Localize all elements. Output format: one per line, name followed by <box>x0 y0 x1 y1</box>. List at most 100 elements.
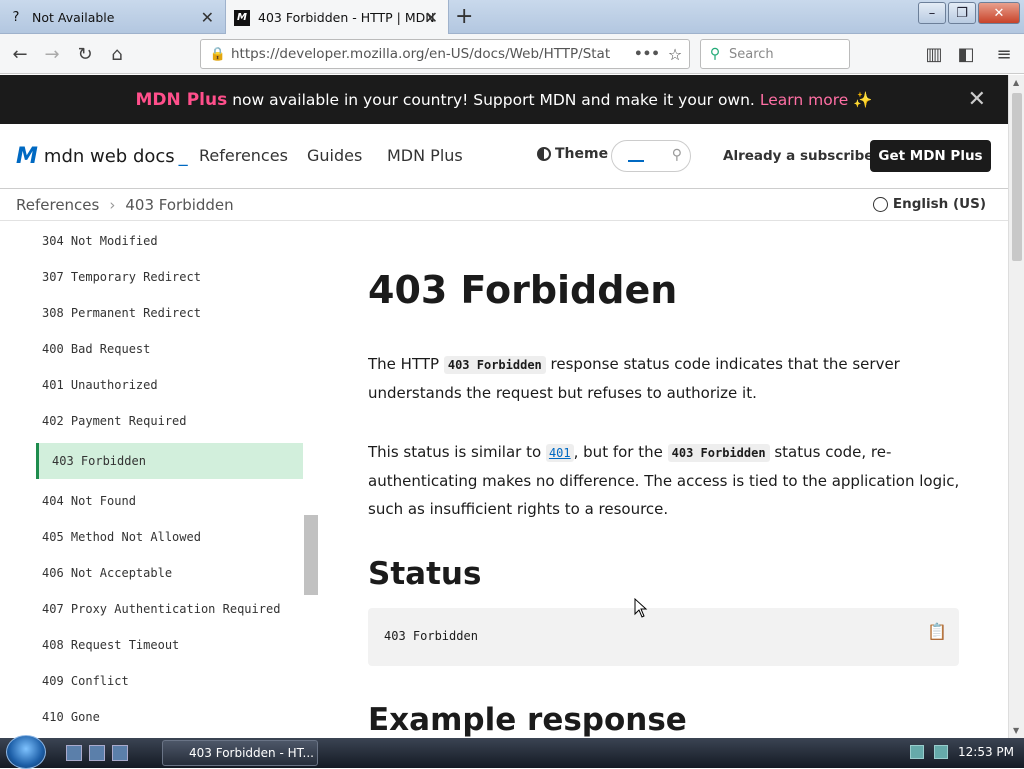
sidebar-item[interactable]: 307 Temporary Redirect <box>42 270 201 284</box>
detail-paragraph: This status is similar to 401, but for t… <box>368 438 963 523</box>
close-tab-icon[interactable]: ✕ <box>201 8 214 27</box>
mdn-logo[interactable]: M mdn web docs _ <box>16 144 188 169</box>
text: This status is similar to <box>368 443 542 461</box>
task-label: 403 Forbidden - HT... <box>189 746 314 760</box>
breadcrumb-references[interactable]: References <box>16 196 99 214</box>
copy-icon[interactable]: 📋 <box>927 622 947 641</box>
browser-search-input[interactable]: ⚲ Search <box>700 39 850 69</box>
home-icon[interactable]: ⌂ <box>105 42 129 66</box>
restore-icon[interactable]: ❐ <box>948 2 976 24</box>
sidebar-item-active[interactable]: 403 Forbidden <box>36 443 303 479</box>
lock-icon: 🔒 <box>209 46 227 62</box>
url-bar[interactable]: 🔒 https://developer.mozilla.org/en-US/do… <box>200 39 690 69</box>
search-icon: ⚲ <box>671 147 682 163</box>
site-header: M mdn web docs _ References Guides MDN P… <box>0 124 1008 189</box>
article-content: 403 Forbidden The HTTP 403 Forbidden res… <box>368 222 968 738</box>
breadcrumb-current[interactable]: 403 Forbidden <box>125 196 233 214</box>
logo-cursor-icon: _ <box>178 146 188 167</box>
mdn-plus-banner: MDN Plus now available in your country! … <box>0 75 1008 124</box>
library-icon[interactable]: ▥ <box>922 42 946 66</box>
app-icon[interactable] <box>112 745 128 761</box>
code-text: 403 Forbidden <box>384 629 478 643</box>
inline-code: 403 Forbidden <box>443 356 546 374</box>
sidebar-scrollbar-thumb[interactable] <box>304 515 318 595</box>
theme-label: Theme <box>555 146 609 162</box>
tab-not-available[interactable]: ? Not Available ✕ <box>0 0 224 34</box>
sidebar-toggle-icon[interactable]: ◧ <box>954 42 978 66</box>
nav-guides[interactable]: Guides <box>307 146 362 165</box>
minimize-icon[interactable]: – <box>918 2 946 24</box>
sidebar-item[interactable]: 402 Payment Required <box>42 414 187 428</box>
nav-references[interactable]: References <box>199 146 288 165</box>
close-tab-icon[interactable]: ✕ <box>425 8 438 27</box>
close-banner-icon[interactable]: ✕ <box>968 87 986 112</box>
sidebar-item[interactable]: 404 Not Found <box>42 494 136 508</box>
learn-more-link[interactable]: Learn more ✨ <box>760 91 873 109</box>
get-mdn-plus-button[interactable]: Get MDN Plus <box>870 140 991 172</box>
start-button[interactable] <box>6 735 46 769</box>
sidebar-item[interactable]: 410 Gone <box>42 710 100 724</box>
login-link[interactable]: Already a subscriber? <box>723 148 888 164</box>
breadcrumb: References › 403 Forbidden <box>16 196 234 214</box>
explorer-icon[interactable] <box>89 745 105 761</box>
sidebar-item[interactable]: 400 Bad Request <box>42 342 150 356</box>
link-401[interactable]: 401 <box>545 444 574 462</box>
page-scrollbar[interactable]: ▲ ▼ <box>1008 75 1024 738</box>
inline-code: 403 Forbidden <box>667 444 770 462</box>
system-tray: 12:53 PM <box>910 745 1014 759</box>
taskbar-firefox-item[interactable]: 403 Forbidden - HT... <box>162 740 318 766</box>
show-desktop-icon[interactable] <box>66 745 82 761</box>
nav-mdn-plus[interactable]: MDN Plus <box>387 146 463 165</box>
navigation-toolbar: ← → ↻ ⌂ 🔒 https://developer.mozilla.org/… <box>0 34 1024 74</box>
tab-403-forbidden[interactable]: M 403 Forbidden - HTTP | MDN ✕ <box>225 0 449 35</box>
banner-text: now available in your country! Support M… <box>232 90 755 109</box>
windows-taskbar: 403 Forbidden - HT... 12:53 PM <box>0 735 1024 769</box>
sidebar-item[interactable]: 405 Method Not Allowed <box>42 530 201 544</box>
browser-tab-strip: ? Not Available ✕ M 403 Forbidden - HTTP… <box>0 0 1024 35</box>
site-search-input[interactable]: ⚲ <box>611 140 691 172</box>
tab-title: 403 Forbidden - HTTP | MDN <box>258 10 435 25</box>
sidebar-item[interactable]: 407 Proxy Authentication Required <box>42 602 280 616</box>
new-tab-icon[interactable]: + <box>455 4 473 29</box>
scroll-up-icon[interactable]: ▲ <box>1013 78 1019 87</box>
search-placeholder: Search <box>729 46 774 62</box>
mouse-pointer-icon <box>634 598 648 618</box>
mdn-icon: M <box>234 9 250 26</box>
globe-icon <box>872 196 888 212</box>
window-controls: – ❐ ✕ <box>918 2 1020 24</box>
status-code-block: 403 Forbidden 📋 <box>368 608 959 666</box>
language-selector[interactable]: English (US) <box>872 196 986 212</box>
sidebar-item[interactable]: 401 Unauthorized <box>42 378 158 392</box>
breadcrumb-bar: References › 403 Forbidden English (US) <box>0 189 1008 221</box>
menu-icon[interactable]: ≡ <box>992 42 1016 66</box>
theme-button[interactable]: Theme <box>537 146 608 162</box>
reload-icon[interactable]: ↻ <box>73 42 97 66</box>
window-close-icon[interactable]: ✕ <box>978 2 1020 24</box>
sidebar-item[interactable]: 406 Not Acceptable <box>42 566 172 580</box>
sidebar-item[interactable]: 409 Conflict <box>42 674 129 688</box>
url-text: https://developer.mozilla.org/en-US/docs… <box>231 46 611 62</box>
banner-brand: MDN Plus <box>135 89 228 110</box>
scroll-down-icon[interactable]: ▼ <box>1013 726 1019 735</box>
sidebar-item[interactable]: 408 Request Timeout <box>42 638 179 652</box>
page-title: 403 Forbidden <box>368 268 678 312</box>
clock[interactable]: 12:53 PM <box>958 745 1014 759</box>
page-actions-icon[interactable]: ••• <box>633 46 661 62</box>
bookmark-star-icon[interactable]: ☆ <box>661 45 689 64</box>
tab-title: Not Available <box>32 9 115 25</box>
network-icon[interactable] <box>910 745 924 759</box>
search-icon: ⚲ <box>709 46 721 62</box>
sidebar-nav: 304 Not Modified 307 Temporary Redirect … <box>0 222 320 738</box>
forward-icon[interactable]: → <box>40 42 64 66</box>
text: The HTTP <box>368 355 440 373</box>
page-scrollbar-thumb[interactable] <box>1012 93 1022 261</box>
volume-icon[interactable] <box>934 745 948 759</box>
text-cursor <box>628 150 644 162</box>
back-icon[interactable]: ← <box>8 42 32 66</box>
theme-icon <box>537 147 551 161</box>
text: , but for the <box>573 443 663 461</box>
sidebar-item[interactable]: 304 Not Modified <box>42 234 158 248</box>
mdn-logo-icon: M <box>16 144 38 169</box>
sidebar-item[interactable]: 308 Permanent Redirect <box>42 306 201 320</box>
example-response-heading: Example response <box>368 702 687 738</box>
